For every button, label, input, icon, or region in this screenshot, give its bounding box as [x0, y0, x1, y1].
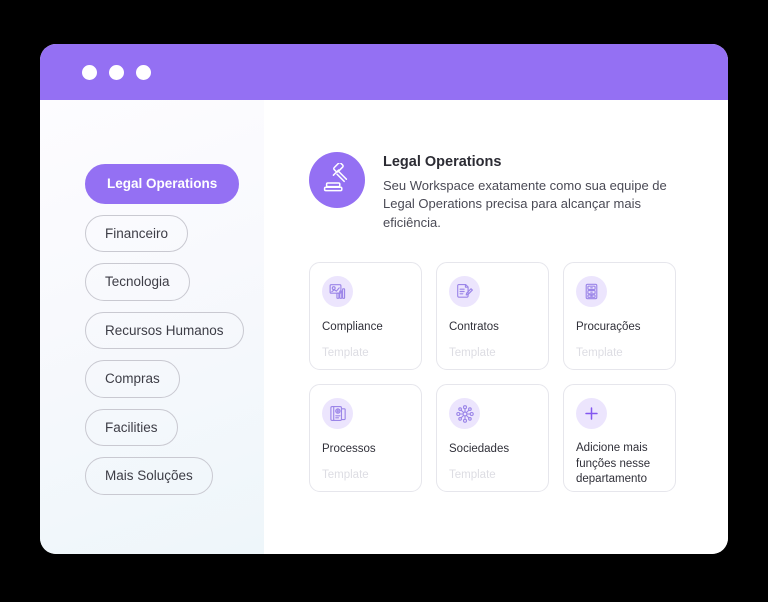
card-subtitle: Template [449, 469, 496, 482]
plus-icon [576, 398, 607, 430]
card-subtitle: Template [322, 347, 369, 360]
window-dot-close-icon[interactable] [82, 64, 97, 80]
sidebar: Legal Operations Financeiro Tecnologia R… [40, 100, 264, 554]
card-procuracoes[interactable]: Procurações Template [563, 262, 676, 371]
card-title: Contratos [449, 321, 499, 334]
browser-window: Legal Operations Financeiro Tecnologia R… [40, 44, 728, 554]
sidebar-item-tecnologia[interactable]: Tecnologia [85, 263, 190, 301]
gavel-icon [309, 152, 365, 208]
department-header: Legal Operations Seu Workspace exatament… [309, 152, 688, 232]
screenshot-canvas: Legal Operations Financeiro Tecnologia R… [0, 0, 768, 602]
card-subtitle: Template [449, 347, 496, 360]
contract-document-pencil-icon [449, 276, 480, 308]
card-title: Sociedades [449, 443, 510, 456]
card-contratos[interactable]: Contratos Template [436, 262, 549, 371]
window-dot-maximize-icon[interactable] [136, 64, 151, 80]
card-title: Compliance [322, 321, 383, 334]
window-dot-minimize-icon[interactable] [109, 64, 124, 80]
sidebar-item-mais-solucoes[interactable]: Mais Soluções [85, 457, 213, 495]
card-sociedades[interactable]: Sociedades Template [436, 384, 549, 493]
card-add-more-functions[interactable]: Adicione mais funções nesse departamento [563, 384, 676, 493]
compliance-chart-icon [322, 276, 353, 308]
window-body: Legal Operations Financeiro Tecnologia R… [40, 100, 728, 554]
card-title: Adicione mais funções nesse departamento [576, 442, 651, 485]
card-processos[interactable]: Processos Template [309, 384, 422, 493]
window-titlebar [40, 44, 728, 100]
function-cards-grid: Compliance Template Contratos Template P… [309, 262, 688, 493]
sidebar-item-compras[interactable]: Compras [85, 360, 180, 398]
main-content: Legal Operations Seu Workspace exatament… [264, 100, 728, 554]
department-title: Legal Operations [383, 154, 502, 170]
card-subtitle: Template [576, 347, 623, 360]
sidebar-item-recursos-humanos[interactable]: Recursos Humanos [85, 311, 244, 349]
card-title: Procurações [576, 321, 641, 334]
sidebar-item-financeiro[interactable]: Financeiro [85, 214, 189, 252]
card-title: Processos [322, 443, 376, 456]
department-description: Seu Workspace exatamente como sua equipe… [383, 178, 667, 230]
sidebar-item-legal-operations[interactable]: Legal Operations [85, 164, 240, 204]
department-text: Legal Operations Seu Workspace exatament… [383, 152, 688, 232]
sidebar-item-facilities[interactable]: Facilities [85, 408, 178, 446]
card-compliance[interactable]: Compliance Template [309, 262, 422, 371]
legal-case-icon [322, 398, 353, 430]
network-nodes-icon [449, 398, 480, 430]
card-subtitle: Template [322, 469, 369, 482]
filing-cabinet-icon [576, 276, 607, 308]
